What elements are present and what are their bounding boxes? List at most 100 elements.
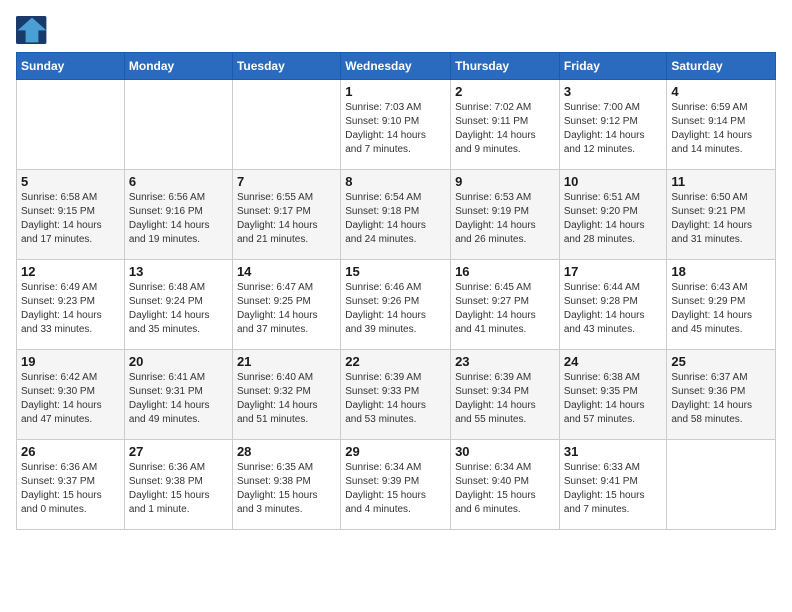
calendar-header-row: SundayMondayTuesdayWednesdayThursdayFrid… [17, 53, 776, 80]
day-number: 14 [237, 264, 336, 279]
day-number: 19 [21, 354, 120, 369]
page-header [16, 16, 776, 44]
header-monday: Monday [124, 53, 232, 80]
day-number: 16 [455, 264, 555, 279]
day-number: 24 [564, 354, 663, 369]
calendar-cell: 23 Sunrise: 6:39 AM Sunset: 9:34 PM Dayli… [451, 350, 560, 440]
calendar-cell: 27 Sunrise: 6:36 AM Sunset: 9:38 PM Dayli… [124, 440, 232, 530]
calendar-cell: 29 Sunrise: 6:34 AM Sunset: 9:39 PM Dayli… [341, 440, 451, 530]
header-tuesday: Tuesday [232, 53, 340, 80]
day-number: 28 [237, 444, 336, 459]
day-number: 10 [564, 174, 663, 189]
day-info: Sunrise: 6:48 AM Sunset: 9:24 PM Dayligh… [129, 281, 228, 337]
day-info: Sunrise: 7:03 AM Sunset: 9:10 PM Dayligh… [345, 101, 446, 157]
day-info: Sunrise: 6:42 AM Sunset: 9:30 PM Dayligh… [21, 371, 120, 427]
day-number: 31 [564, 444, 663, 459]
day-info: Sunrise: 7:00 AM Sunset: 9:12 PM Dayligh… [564, 101, 663, 157]
day-number: 6 [129, 174, 228, 189]
day-info: Sunrise: 6:46 AM Sunset: 9:26 PM Dayligh… [345, 281, 446, 337]
calendar-cell [17, 80, 125, 170]
calendar-cell: 9Sunrise: 6:53 AM Sunset: 9:19 PM Daylig… [451, 170, 560, 260]
day-number: 13 [129, 264, 228, 279]
calendar-cell: 5 Sunrise: 6:58 AM Sunset: 9:15 PM Daylig… [17, 170, 125, 260]
calendar-cell: 30 Sunrise: 6:34 AM Sunset: 9:40 PM Dayli… [451, 440, 560, 530]
logo-icon [16, 16, 48, 44]
day-number: 18 [671, 264, 771, 279]
day-info: Sunrise: 6:38 AM Sunset: 9:35 PM Dayligh… [564, 371, 663, 427]
day-number: 26 [21, 444, 120, 459]
day-info: Sunrise: 6:36 AM Sunset: 9:38 PM Dayligh… [129, 461, 228, 517]
day-info: Sunrise: 6:56 AM Sunset: 9:16 PM Dayligh… [129, 191, 228, 247]
day-info: Sunrise: 6:50 AM Sunset: 9:21 PM Dayligh… [671, 191, 771, 247]
header-wednesday: Wednesday [341, 53, 451, 80]
day-number: 4 [671, 84, 771, 99]
day-info: Sunrise: 6:55 AM Sunset: 9:17 PM Dayligh… [237, 191, 336, 247]
day-info: Sunrise: 6:45 AM Sunset: 9:27 PM Dayligh… [455, 281, 555, 337]
day-number: 27 [129, 444, 228, 459]
calendar-cell: 25 Sunrise: 6:37 AM Sunset: 9:36 PM Dayli… [667, 350, 776, 440]
calendar-week-2: 5 Sunrise: 6:58 AM Sunset: 9:15 PM Daylig… [17, 170, 776, 260]
day-info: Sunrise: 6:49 AM Sunset: 9:23 PM Dayligh… [21, 281, 120, 337]
day-number: 17 [564, 264, 663, 279]
calendar-cell: 12 Sunrise: 6:49 AM Sunset: 9:23 PM Dayli… [17, 260, 125, 350]
day-number: 8 [345, 174, 446, 189]
day-info: Sunrise: 7:02 AM Sunset: 9:11 PM Dayligh… [455, 101, 555, 157]
day-info: Sunrise: 6:58 AM Sunset: 9:15 PM Dayligh… [21, 191, 120, 247]
header-sunday: Sunday [17, 53, 125, 80]
calendar-cell: 2Sunrise: 7:02 AM Sunset: 9:11 PM Daylig… [451, 80, 560, 170]
day-number: 11 [671, 174, 771, 189]
day-info: Sunrise: 6:36 AM Sunset: 9:37 PM Dayligh… [21, 461, 120, 517]
day-number: 15 [345, 264, 446, 279]
calendar-cell: 28 Sunrise: 6:35 AM Sunset: 9:38 PM Dayli… [232, 440, 340, 530]
logo [16, 16, 50, 44]
calendar-cell: 31Sunrise: 6:33 AM Sunset: 9:41 PM Dayli… [559, 440, 667, 530]
day-number: 25 [671, 354, 771, 369]
calendar-cell: 14Sunrise: 6:47 AM Sunset: 9:25 PM Dayli… [232, 260, 340, 350]
day-info: Sunrise: 6:59 AM Sunset: 9:14 PM Dayligh… [671, 101, 771, 157]
calendar-cell: 7Sunrise: 6:55 AM Sunset: 9:17 PM Daylig… [232, 170, 340, 260]
calendar-table: SundayMondayTuesdayWednesdayThursdayFrid… [16, 52, 776, 530]
calendar-cell [124, 80, 232, 170]
day-info: Sunrise: 6:39 AM Sunset: 9:34 PM Dayligh… [455, 371, 555, 427]
calendar-cell: 10 Sunrise: 6:51 AM Sunset: 9:20 PM Dayli… [559, 170, 667, 260]
day-info: Sunrise: 6:34 AM Sunset: 9:39 PM Dayligh… [345, 461, 446, 517]
calendar-cell: 13 Sunrise: 6:48 AM Sunset: 9:24 PM Dayli… [124, 260, 232, 350]
day-info: Sunrise: 6:41 AM Sunset: 9:31 PM Dayligh… [129, 371, 228, 427]
header-friday: Friday [559, 53, 667, 80]
day-number: 29 [345, 444, 446, 459]
calendar-week-1: 1Sunrise: 7:03 AM Sunset: 9:10 PM Daylig… [17, 80, 776, 170]
calendar-cell: 1Sunrise: 7:03 AM Sunset: 9:10 PM Daylig… [341, 80, 451, 170]
calendar-cell: 11 Sunrise: 6:50 AM Sunset: 9:21 PM Dayli… [667, 170, 776, 260]
day-info: Sunrise: 6:53 AM Sunset: 9:19 PM Dayligh… [455, 191, 555, 247]
calendar-cell [667, 440, 776, 530]
calendar-week-5: 26 Sunrise: 6:36 AM Sunset: 9:37 PM Dayli… [17, 440, 776, 530]
day-number: 23 [455, 354, 555, 369]
day-info: Sunrise: 6:40 AM Sunset: 9:32 PM Dayligh… [237, 371, 336, 427]
day-info: Sunrise: 6:34 AM Sunset: 9:40 PM Dayligh… [455, 461, 555, 517]
calendar-cell: 22Sunrise: 6:39 AM Sunset: 9:33 PM Dayli… [341, 350, 451, 440]
day-number: 12 [21, 264, 120, 279]
day-info: Sunrise: 6:51 AM Sunset: 9:20 PM Dayligh… [564, 191, 663, 247]
calendar-cell: 20Sunrise: 6:41 AM Sunset: 9:31 PM Dayli… [124, 350, 232, 440]
day-info: Sunrise: 6:44 AM Sunset: 9:28 PM Dayligh… [564, 281, 663, 337]
day-number: 5 [21, 174, 120, 189]
day-number: 3 [564, 84, 663, 99]
calendar-cell: 19 Sunrise: 6:42 AM Sunset: 9:30 PM Dayli… [17, 350, 125, 440]
day-info: Sunrise: 6:39 AM Sunset: 9:33 PM Dayligh… [345, 371, 446, 427]
day-info: Sunrise: 6:37 AM Sunset: 9:36 PM Dayligh… [671, 371, 771, 427]
calendar-cell: 17 Sunrise: 6:44 AM Sunset: 9:28 PM Dayli… [559, 260, 667, 350]
calendar-cell: 4 Sunrise: 6:59 AM Sunset: 9:14 PM Daylig… [667, 80, 776, 170]
day-number: 30 [455, 444, 555, 459]
day-number: 21 [237, 354, 336, 369]
day-info: Sunrise: 6:35 AM Sunset: 9:38 PM Dayligh… [237, 461, 336, 517]
day-info: Sunrise: 6:43 AM Sunset: 9:29 PM Dayligh… [671, 281, 771, 337]
header-saturday: Saturday [667, 53, 776, 80]
calendar-cell: 24 Sunrise: 6:38 AM Sunset: 9:35 PM Dayli… [559, 350, 667, 440]
calendar-week-3: 12 Sunrise: 6:49 AM Sunset: 9:23 PM Dayli… [17, 260, 776, 350]
day-info: Sunrise: 6:54 AM Sunset: 9:18 PM Dayligh… [345, 191, 446, 247]
calendar-cell: 21 Sunrise: 6:40 AM Sunset: 9:32 PM Dayli… [232, 350, 340, 440]
calendar-cell: 18 Sunrise: 6:43 AM Sunset: 9:29 PM Dayli… [667, 260, 776, 350]
calendar-cell: 3 Sunrise: 7:00 AM Sunset: 9:12 PM Daylig… [559, 80, 667, 170]
calendar-week-4: 19 Sunrise: 6:42 AM Sunset: 9:30 PM Dayli… [17, 350, 776, 440]
calendar-cell [232, 80, 340, 170]
